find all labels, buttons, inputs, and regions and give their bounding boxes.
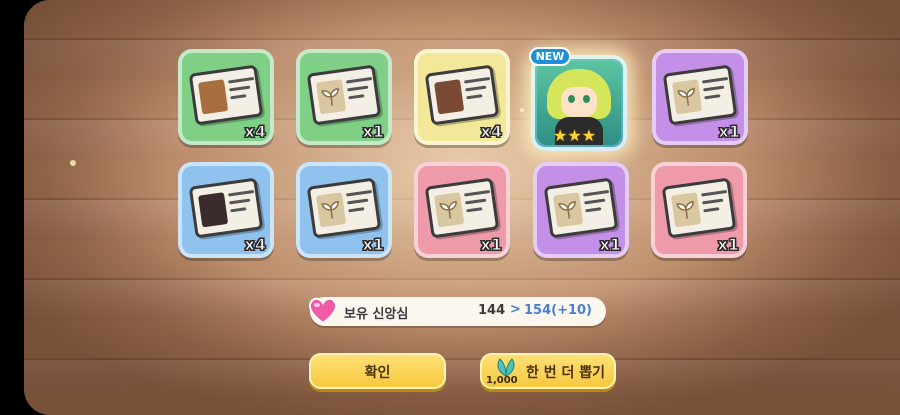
screen: x4 x1 x4 ★★★ NEW x1 x4 x1 x1 x1 x1 보유 신앙… — [0, 0, 900, 415]
reward-quantity: x1 — [362, 122, 384, 142]
reward-quantity: x1 — [480, 235, 502, 255]
reward-quantity: x4 — [244, 122, 266, 142]
reward-tile[interactable]: x1 — [652, 49, 748, 145]
reward-tile[interactable]: x1 — [296, 162, 392, 258]
faith-status-bar: 보유 신앙심 144 > 154(+10) — [310, 297, 606, 326]
sprout-card-icon — [424, 177, 500, 239]
new-badge: NEW — [529, 47, 571, 66]
reward-quantity: x1 — [362, 235, 384, 255]
sprout-card-icon — [306, 177, 382, 239]
sparkle — [70, 160, 76, 166]
reward-quantity: x1 — [717, 235, 739, 255]
reward-tile[interactable]: x1 — [296, 49, 392, 145]
sprout-card-icon — [306, 64, 382, 126]
sprout-card-icon — [662, 64, 738, 126]
confirm-button-label: 확인 — [364, 365, 391, 381]
reward-tile[interactable]: x4 — [178, 49, 274, 145]
draw-again-label: 한 번 더 뽑기 — [526, 365, 606, 381]
faith-arrow: > — [510, 302, 521, 317]
sparkle — [520, 108, 524, 112]
reward-tile[interactable]: x1 — [651, 162, 747, 258]
wooden-golem-card-icon — [188, 64, 264, 126]
dark-hair-character-card-icon — [188, 177, 264, 239]
pink-heart-icon — [308, 297, 338, 325]
brown-hair-character-card-icon — [424, 64, 500, 126]
reward-quantity: x1 — [599, 235, 621, 255]
reward-tile-new-character[interactable]: ★★★ — [531, 55, 627, 151]
reward-tile[interactable]: x4 — [414, 49, 510, 145]
reward-tile[interactable]: x1 — [414, 162, 510, 258]
sprout-card-icon — [543, 177, 619, 239]
draw-cost: 1,000 — [486, 375, 518, 386]
faith-label: 보유 신앙심 — [344, 307, 409, 322]
leaf-currency-icon — [497, 358, 515, 377]
faith-new-value: 154(+10) — [524, 303, 593, 318]
reward-quantity: x4 — [244, 235, 266, 255]
reward-quantity: x1 — [718, 122, 740, 142]
reward-tile[interactable]: x4 — [178, 162, 274, 258]
confirm-button[interactable]: 확인 — [309, 353, 446, 389]
sprout-card-icon — [661, 177, 737, 239]
faith-current-value: 144 — [478, 303, 506, 318]
reward-tile[interactable]: x1 — [533, 162, 629, 258]
star-rating: ★★★ — [553, 126, 597, 145]
reward-quantity: x4 — [480, 122, 502, 142]
draw-again-button[interactable]: 1,000 한 번 더 뽑기 — [480, 353, 616, 389]
